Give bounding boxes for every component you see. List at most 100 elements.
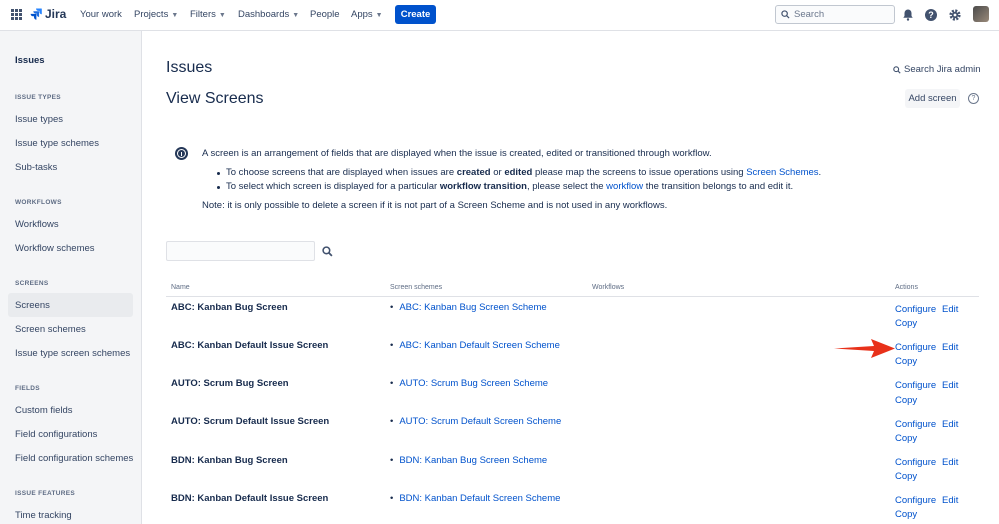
- copy-link[interactable]: Copy: [895, 433, 917, 444]
- search-jira-admin-link[interactable]: Search Jira admin: [893, 64, 981, 75]
- column-header-actions: Actions: [895, 284, 918, 291]
- configure-link[interactable]: Configure: [895, 304, 936, 315]
- svg-text:?: ?: [928, 10, 934, 20]
- screen-filter-input[interactable]: [166, 241, 315, 261]
- nav-people[interactable]: People: [310, 9, 340, 20]
- text-bold: edited: [504, 167, 533, 178]
- nav-label: Dashboards: [238, 9, 290, 20]
- info-icon: [175, 147, 188, 160]
- text: , please select the: [526, 181, 607, 192]
- search-icon[interactable]: [322, 246, 333, 257]
- copy-link[interactable]: Copy: [895, 356, 917, 367]
- edit-link[interactable]: Edit: [942, 457, 958, 468]
- sidebar-section-issue-features: ISSUE FEATURES: [15, 490, 76, 497]
- sidebar-item-issue-type-schemes[interactable]: Issue type schemes: [15, 138, 99, 149]
- avatar[interactable]: [973, 6, 989, 22]
- app-switcher-icon[interactable]: [11, 9, 22, 20]
- sidebar-item-issue-type-screen-schemes[interactable]: Issue type screen schemes: [15, 348, 130, 359]
- screen-scheme-link[interactable]: BDN: Kanban Bug Screen Scheme: [390, 455, 547, 466]
- gear-icon[interactable]: [948, 8, 962, 22]
- bell-icon[interactable]: [901, 8, 915, 22]
- search-input[interactable]: [794, 9, 889, 20]
- screen-name: BDN: Kanban Default Issue Screen: [171, 493, 329, 504]
- configure-link[interactable]: Configure: [895, 495, 936, 506]
- edit-link[interactable]: Edit: [942, 342, 958, 353]
- text: To select which screen is displayed for …: [226, 181, 440, 192]
- configure-link[interactable]: Configure: [895, 342, 936, 353]
- nav-apps[interactable]: Apps ▼: [351, 9, 383, 20]
- nav-label: Projects: [134, 9, 169, 20]
- sidebar-section-fields: FIELDS: [15, 385, 40, 392]
- chevron-down-icon: ▼: [218, 12, 226, 19]
- text: .: [818, 167, 822, 178]
- edit-link[interactable]: Edit: [942, 380, 958, 391]
- nav-your-work[interactable]: Your work: [80, 9, 122, 20]
- sidebar-item-workflows[interactable]: Workflows: [15, 219, 59, 230]
- copy-link[interactable]: Copy: [895, 509, 917, 520]
- sidebar-item-field-configurations[interactable]: Field configurations: [15, 429, 97, 440]
- header-divider: [166, 296, 979, 297]
- sidebar-item-screens[interactable]: Screens: [15, 300, 50, 311]
- logo-text: Jira: [45, 7, 67, 21]
- nav-label: Your work: [80, 9, 122, 20]
- admin-search-label: Search Jira admin: [904, 64, 981, 75]
- nav-projects[interactable]: Projects ▼: [134, 9, 178, 20]
- nav-label: People: [310, 9, 340, 20]
- chevron-down-icon: ▼: [171, 12, 179, 19]
- edit-link[interactable]: Edit: [942, 419, 958, 430]
- screen-scheme-link[interactable]: ABC: Kanban Default Screen Scheme: [390, 340, 560, 351]
- screen-schemes-link[interactable]: Screen Schemes: [746, 167, 818, 178]
- edit-link[interactable]: Edit: [942, 495, 958, 506]
- screen-scheme-link[interactable]: AUTO: Scrum Bug Screen Scheme: [390, 378, 548, 389]
- sidebar-item-issue-types[interactable]: Issue types: [15, 114, 63, 125]
- nav-filters[interactable]: Filters ▼: [190, 9, 226, 20]
- add-screen-button[interactable]: Add screen: [905, 89, 960, 108]
- configure-link[interactable]: Configure: [895, 380, 936, 391]
- nav-label: Filters: [190, 9, 216, 20]
- info-bullet-2: To select which screen is displayed for …: [226, 181, 793, 192]
- sidebar-item-custom-fields[interactable]: Custom fields: [15, 405, 73, 416]
- copy-link[interactable]: Copy: [895, 395, 917, 406]
- page-title: View Screens: [166, 90, 264, 107]
- sidebar-item-sub-tasks[interactable]: Sub-tasks: [15, 162, 57, 173]
- screen-name: ABC: Kanban Bug Screen: [171, 302, 288, 313]
- info-description: A screen is an arrangement of fields tha…: [202, 148, 712, 159]
- jira-logo[interactable]: Jira: [30, 7, 66, 21]
- screen-scheme-link[interactable]: AUTO: Scrum Default Screen Scheme: [390, 416, 561, 427]
- text: or: [490, 167, 505, 178]
- screen-name: ABC: Kanban Default Issue Screen: [171, 340, 329, 351]
- copy-link[interactable]: Copy: [895, 471, 917, 482]
- sidebar-section-screens: SCREENS: [15, 280, 49, 287]
- create-button[interactable]: Create: [395, 5, 436, 24]
- nav-label: Apps: [351, 9, 373, 20]
- question-icon[interactable]: ?: [968, 93, 979, 104]
- section-title: Issues: [166, 59, 213, 76]
- text: please map the screens to issue operatio…: [532, 167, 747, 178]
- help-circle-icon[interactable]: ?: [924, 8, 938, 22]
- nav-dashboards[interactable]: Dashboards ▼: [238, 9, 299, 20]
- column-header-name: Name: [171, 284, 190, 291]
- sidebar-item-screen-schemes[interactable]: Screen schemes: [15, 324, 86, 335]
- screen-name: BDN: Kanban Bug Screen: [171, 455, 288, 466]
- search-icon: [893, 65, 901, 74]
- screen-name: AUTO: Scrum Bug Screen: [171, 378, 289, 389]
- jira-logo-icon: [30, 8, 42, 20]
- sidebar-section-issue-types: ISSUE TYPES: [15, 94, 61, 101]
- info-note: Note: it is only possible to delete a sc…: [202, 200, 668, 211]
- configure-link[interactable]: Configure: [895, 419, 936, 430]
- workflow-link[interactable]: workflow: [606, 181, 643, 192]
- text-bold: created: [456, 167, 491, 178]
- sidebar-item-field-configuration-schemes[interactable]: Field configuration schemes: [15, 453, 133, 464]
- search-icon: [781, 10, 790, 19]
- configure-link[interactable]: Configure: [895, 457, 936, 468]
- sidebar-item-time-tracking[interactable]: Time tracking: [15, 510, 72, 521]
- sidebar-item-workflow-schemes[interactable]: Workflow schemes: [15, 243, 95, 254]
- top-navigation: Jira Your work Projects ▼ Filters ▼ Dashbo…: [0, 0, 999, 31]
- global-search[interactable]: [775, 5, 895, 24]
- chevron-down-icon: ▼: [292, 12, 300, 19]
- screen-scheme-link[interactable]: BDN: Kanban Default Screen Scheme: [390, 493, 560, 504]
- screen-scheme-link[interactable]: ABC: Kanban Bug Screen Scheme: [390, 302, 546, 313]
- annotation-arrow-icon: [834, 339, 895, 358]
- edit-link[interactable]: Edit: [942, 304, 958, 315]
- copy-link[interactable]: Copy: [895, 318, 917, 329]
